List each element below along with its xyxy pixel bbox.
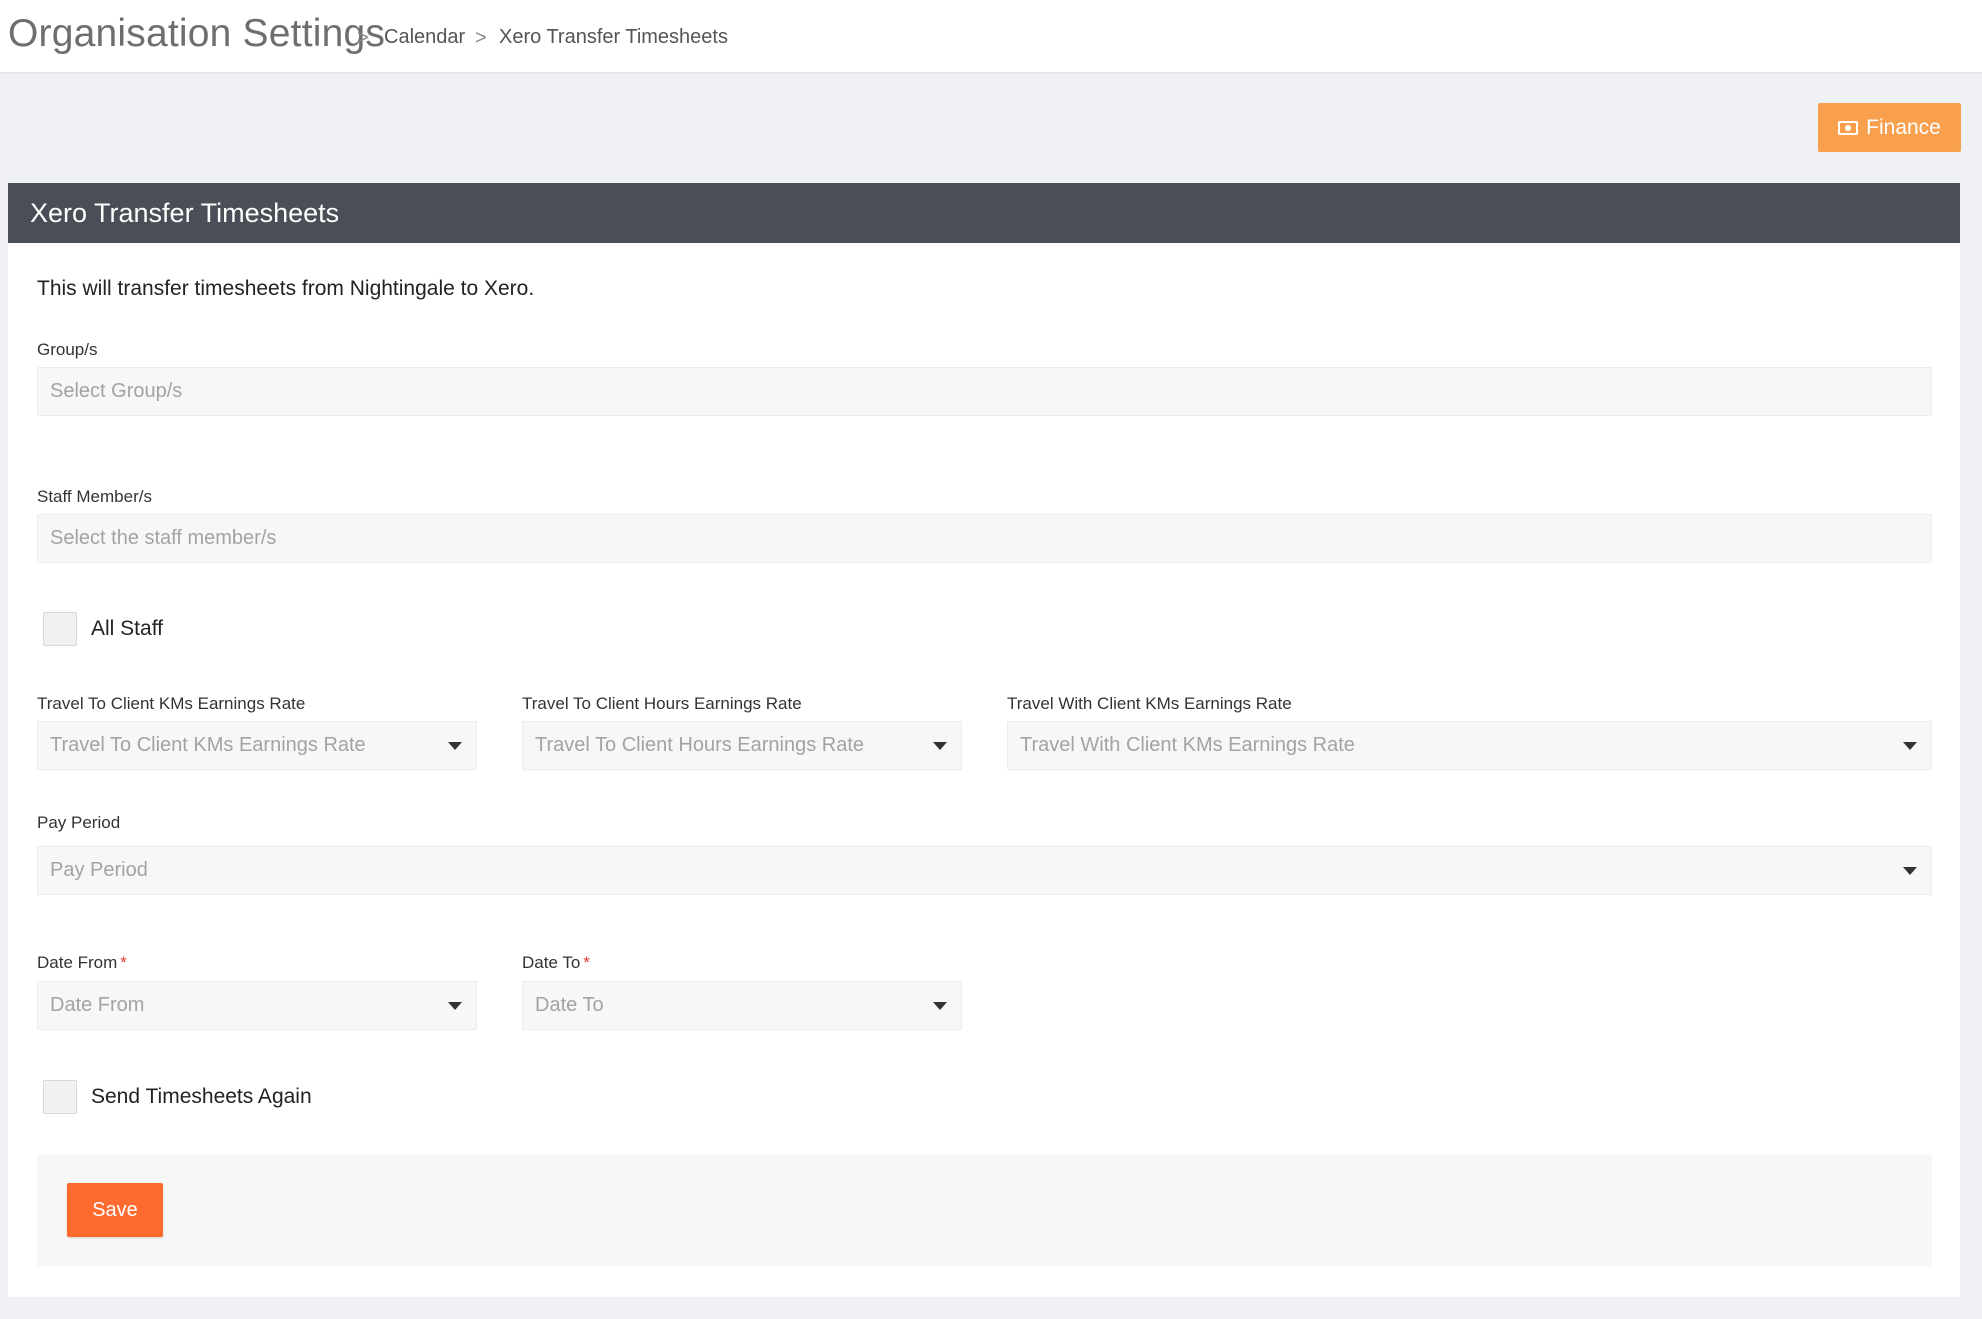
pay-period-label: Pay Period (37, 813, 121, 832)
travel-to-client-hours-select[interactable]: Travel To Client Hours Earnings Rate (522, 721, 962, 770)
chevron-down-icon (448, 1002, 462, 1010)
travel-with-client-kms-select[interactable]: Travel With Client KMs Earnings Rate (1007, 721, 1932, 770)
pay-period-select[interactable]: Pay Period (37, 846, 1932, 895)
chevron-down-icon (933, 742, 947, 750)
travel-to-client-kms-select[interactable]: Travel To Client KMs Earnings Rate (37, 721, 477, 770)
travel-to-client-kms-placeholder: Travel To Client KMs Earnings Rate (50, 734, 366, 756)
travel-to-client-kms-label: Travel To Client KMs Earnings Rate (37, 694, 306, 713)
travel-with-client-kms-label: Travel With Client KMs Earnings Rate (1007, 694, 1292, 713)
date-from-placeholder: Date From (50, 994, 145, 1016)
travel-to-client-hours-label: Travel To Client Hours Earnings Rate (522, 694, 802, 713)
breadcrumb-separator: > (475, 27, 487, 49)
chevron-down-icon (1903, 867, 1917, 875)
groups-input[interactable] (37, 367, 1932, 416)
date-from-select[interactable]: Date From (37, 981, 477, 1030)
breadcrumb-separator: > (357, 27, 369, 49)
finance-button[interactable]: Finance (1818, 103, 1961, 152)
money-icon (1838, 120, 1859, 135)
finance-button-label: Finance (1866, 115, 1941, 139)
required-mark: * (120, 953, 127, 972)
groups-label: Group/s (37, 340, 98, 359)
date-from-label-text: Date From (37, 953, 118, 972)
all-staff-checkbox[interactable] (43, 612, 77, 646)
date-to-placeholder: Date To (535, 994, 604, 1016)
chevron-down-icon (933, 1002, 947, 1010)
staff-label: Staff Member/s (37, 487, 152, 506)
date-to-select[interactable]: Date To (522, 981, 962, 1030)
chevron-down-icon (448, 742, 462, 750)
transfer-panel: Xero Transfer Timesheets This will trans… (8, 183, 1960, 1297)
panel-title: Xero Transfer Timesheets (30, 198, 340, 228)
top-bar: Organisation Settings > Calendar > Xero … (0, 0, 1982, 73)
staff-input[interactable] (37, 514, 1932, 563)
date-to-label: Date To * (522, 953, 590, 973)
send-again-checkbox[interactable] (43, 1080, 77, 1114)
date-to-label-text: Date To (522, 953, 581, 972)
travel-with-client-kms-placeholder: Travel With Client KMs Earnings Rate (1020, 734, 1355, 756)
breadcrumb-calendar[interactable]: Calendar (384, 26, 465, 49)
panel-description: This will transfer timesheets from Night… (37, 277, 535, 300)
required-mark: * (583, 953, 590, 972)
page-title: Organisation Settings (8, 12, 386, 55)
save-button[interactable]: Save (67, 1183, 163, 1237)
form-footer: Save (37, 1154, 1932, 1266)
chevron-down-icon (1903, 742, 1917, 750)
pay-period-placeholder: Pay Period (50, 859, 148, 881)
travel-to-client-hours-placeholder: Travel To Client Hours Earnings Rate (535, 734, 865, 756)
send-again-label: Send Timesheets Again (91, 1085, 312, 1108)
panel-header: Xero Transfer Timesheets (8, 183, 1960, 243)
breadcrumb-current: Xero Transfer Timesheets (499, 26, 728, 48)
all-staff-label: All Staff (91, 617, 163, 640)
date-from-label: Date From * (37, 953, 127, 973)
